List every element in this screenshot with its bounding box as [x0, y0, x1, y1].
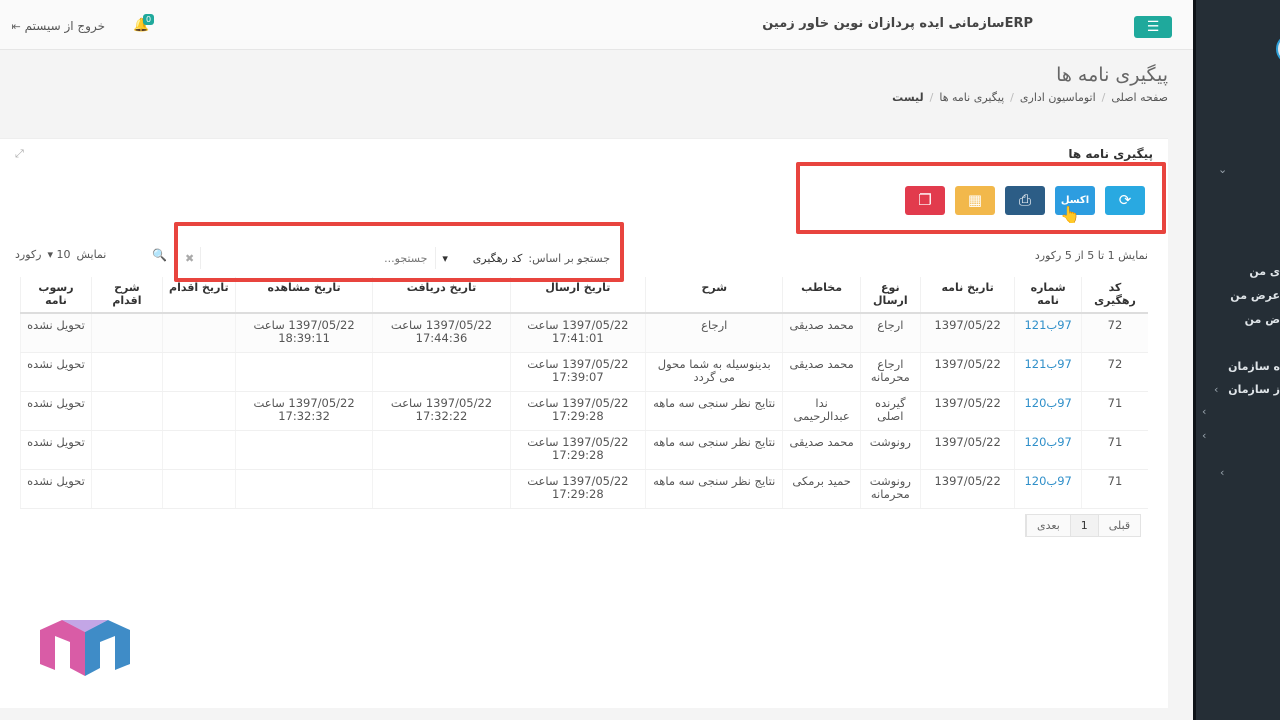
table-row[interactable]: 71 97ب120 1397/05/22 گیرنده اصلی ندا عبد…: [20, 391, 1148, 431]
page-size-suffix: رکورد: [15, 248, 42, 261]
expand-icon[interactable]: ⤢: [15, 147, 24, 161]
letter-number-link[interactable]: 97ب120: [1014, 430, 1082, 470]
notifications-button[interactable]: 🔔 0: [133, 14, 155, 33]
col-action-date[interactable]: تاریخ اقدام: [161, 277, 236, 314]
logout-label: خروج از سیستم: [24, 19, 105, 33]
table-row[interactable]: 71 97ب120 1397/05/22 رونوشت محمد صدیقی ن…: [20, 430, 1148, 470]
mouse-pointer-icon: 👆: [1060, 205, 1080, 224]
sidebar: ⌄ ی من عرض من ض من ه سازمان ز سازمان ‹ ‹…: [1193, 0, 1280, 720]
sidebar-item-2[interactable]: عرض من: [1230, 289, 1280, 302]
panel-title: پیگیری نامه ها: [1068, 147, 1153, 161]
breadcrumb-home[interactable]: صفحه اصلی: [1111, 91, 1168, 104]
menu-toggle-button[interactable]: ☰: [1134, 16, 1172, 38]
page-size-control: نمایش 10 ▾ رکورد: [15, 248, 106, 261]
highlight-box-toolbar: [796, 162, 1166, 234]
table-row[interactable]: 72 97ب121 1397/05/22 ارجاع محمد صدیقی ار…: [20, 313, 1148, 353]
hamburger-icon: ☰: [1146, 19, 1160, 35]
chevron-left-icon[interactable]: ‹: [1202, 405, 1206, 418]
col-letter-number[interactable]: شماره نامه: [1014, 277, 1082, 314]
col-description[interactable]: شرح: [645, 277, 783, 314]
pagination-prev-button[interactable]: قبلی: [1097, 515, 1141, 536]
letters-table: کد رهگیری شماره نامه تاریخ نامه نوع ارسا…: [20, 277, 1148, 509]
table-header-row: کد رهگیری شماره نامه تاریخ نامه نوع ارسا…: [20, 277, 1148, 314]
chevron-left-icon[interactable]: ‹: [1214, 383, 1218, 396]
sign-out-icon: ⇤: [11, 19, 21, 33]
sidebar-item-5[interactable]: ز سازمان: [1228, 383, 1280, 396]
col-send-date[interactable]: تاریخ ارسال: [509, 277, 646, 314]
col-letter-status[interactable]: رسوب نامه: [20, 277, 92, 314]
table-row[interactable]: 72 97ب121 1397/05/22 ارجاع محرمانه محمد …: [20, 352, 1148, 392]
letter-number-link[interactable]: 97ب120: [1014, 469, 1082, 509]
breadcrumb-letter-tracking[interactable]: پیگیری نامه ها: [939, 91, 1004, 104]
notification-badge: 0: [143, 14, 155, 25]
top-bar: ☰ ERPسازمانی ایده پردازان نوین خاور زمین…: [0, 0, 1193, 50]
table-row[interactable]: 71 97ب120 1397/05/22 رونوشت محرمانه حمید…: [20, 469, 1148, 509]
pagination: قبلی 1 بعدی: [1025, 514, 1142, 537]
search-icon[interactable]: 🔍: [152, 248, 167, 262]
letter-number-link[interactable]: 97ب121: [1014, 352, 1082, 392]
user-avatar: [1276, 34, 1280, 64]
page-title: پیگیری نامه ها: [1056, 64, 1168, 86]
col-send-type[interactable]: نوع ارسال: [859, 277, 921, 314]
highlight-box-search: [174, 222, 624, 282]
letter-number-link[interactable]: 97ب121: [1014, 313, 1082, 353]
breadcrumb-list: لیست: [892, 91, 924, 104]
chevron-left-icon[interactable]: ‹: [1202, 429, 1206, 442]
breadcrumb-office-automation[interactable]: اتوماسیون اداری: [1020, 91, 1096, 104]
pagination-next-button[interactable]: بعدی: [1026, 515, 1070, 536]
records-info: نمایش 1 تا 5 از 5 رکورد: [1034, 249, 1148, 262]
page-size-select[interactable]: 10 ▾: [47, 248, 70, 261]
chevron-down-icon[interactable]: ⌄: [1218, 163, 1227, 176]
sidebar-item-4[interactable]: ه سازمان: [1228, 360, 1280, 373]
brand-logo: [40, 620, 130, 676]
col-recipient[interactable]: مخاطب: [782, 277, 861, 314]
breadcrumb: صفحه اصلی / اتوماسیون اداری / پیگیری نام…: [892, 91, 1168, 104]
pagination-page-1[interactable]: 1: [1069, 515, 1098, 536]
page-size-prefix: نمایش: [76, 248, 107, 261]
organization-name: ERPسازمانی ایده پردازان نوین خاور زمین: [762, 16, 1033, 31]
letter-number-link[interactable]: 97ب120: [1014, 391, 1082, 431]
col-action-description[interactable]: شرح اقدام: [90, 277, 163, 314]
sidebar-item-3[interactable]: ض من: [1245, 313, 1280, 326]
sidebar-item-1[interactable]: ی من: [1249, 265, 1280, 278]
col-tracking-code[interactable]: کد رهگیری: [1080, 277, 1148, 314]
col-receive-date[interactable]: تاریخ دریافت: [372, 277, 511, 314]
col-letter-date[interactable]: تاریخ نامه: [919, 277, 1015, 314]
chevron-left-icon[interactable]: ‹: [1220, 466, 1224, 479]
col-view-date[interactable]: تاریخ مشاهده: [234, 277, 373, 314]
logout-button[interactable]: خروج از سیستم ⇤: [0, 19, 105, 33]
